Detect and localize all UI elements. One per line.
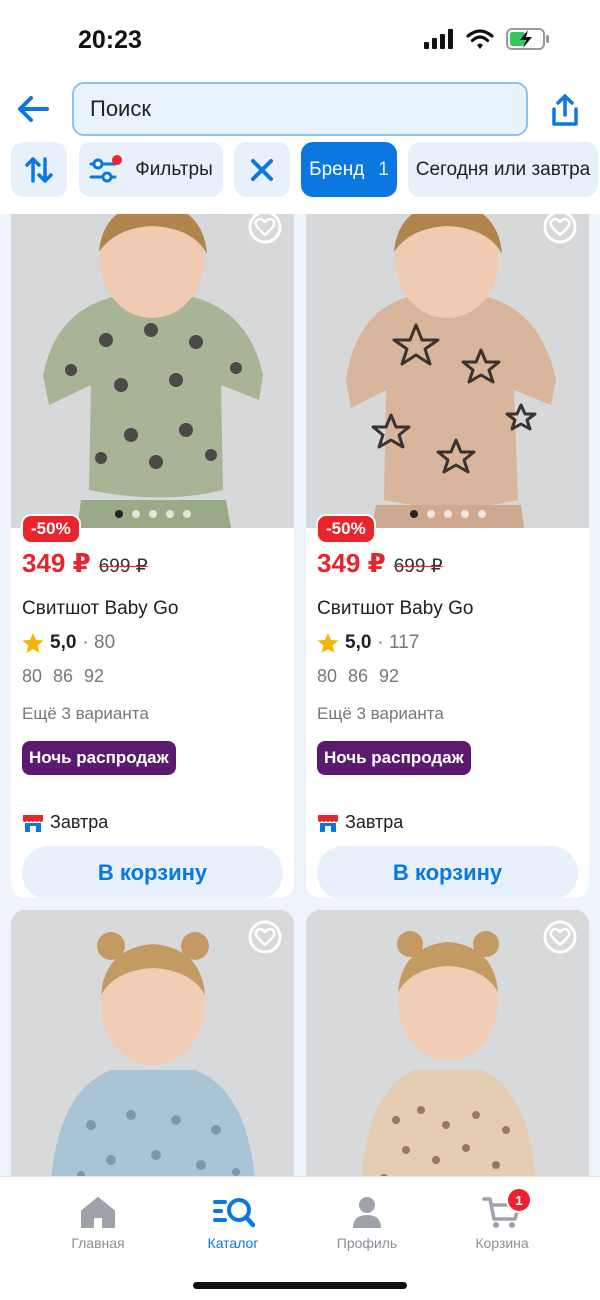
- profile-icon: [353, 1197, 381, 1228]
- rating-row: 5,0 · 117: [317, 632, 419, 654]
- nav-profile[interactable]: Профиль: [307, 1195, 427, 1251]
- favorite-heart-icon[interactable]: [543, 920, 577, 954]
- nav-catalog[interactable]: Каталог: [173, 1195, 293, 1251]
- signal-icon: [424, 29, 453, 49]
- filter-sliders-icon: [89, 154, 123, 182]
- price-row: 349 ₽ 699 ₽: [317, 548, 443, 579]
- filters-label: Фильтры: [135, 158, 213, 180]
- review-count: · 80: [82, 632, 116, 653]
- product-title[interactable]: Свитшот Baby Go: [22, 598, 178, 620]
- status-icons: [424, 28, 550, 50]
- pagination-dot: [131, 510, 140, 518]
- discount-badge: -50%: [21, 514, 81, 544]
- delivery-date-filter-chip[interactable]: Сегодня или завтра: [408, 142, 598, 197]
- catalog-search-icon: [213, 1198, 255, 1228]
- brand-filter-chip[interactable]: Бренд 1: [301, 142, 397, 197]
- star-icon: [317, 633, 339, 653]
- filters-button[interactable]: Фильтры: [79, 142, 223, 197]
- pagination-dot: [114, 510, 123, 518]
- variants-link[interactable]: Ещё 3 варианта: [317, 704, 444, 724]
- favorite-heart-icon[interactable]: [248, 920, 282, 954]
- cart-count-badge: 1: [506, 1187, 532, 1213]
- arrow-left-icon: [18, 96, 49, 122]
- search-input[interactable]: [72, 82, 528, 136]
- pagination-dot: [460, 510, 469, 518]
- home-icon: [81, 1197, 115, 1228]
- available-sizes: 80 86 92: [317, 666, 400, 686]
- product-title[interactable]: Свитшот Baby Go: [317, 598, 473, 620]
- rating-value: 5,0: [345, 632, 372, 653]
- old-price: 699 ₽: [98, 556, 148, 577]
- discount-badge: -50%: [316, 514, 376, 544]
- nav-catalog-label: Каталог: [207, 1235, 259, 1251]
- product-grid: -50% 349 ₽ 699 ₽ Свитшот Baby Go 5,0 · 8…: [0, 214, 600, 1176]
- delivery-date-filter-label: Сегодня или завтра: [415, 158, 591, 180]
- rating-row: 5,0 · 80: [22, 632, 115, 654]
- brand-filter-label: Бренд: [309, 158, 365, 180]
- pagination-dot: [165, 510, 174, 518]
- close-icon: [251, 158, 273, 181]
- review-count: · 117: [377, 632, 420, 653]
- sort-icon: [25, 156, 53, 183]
- product-photo: [306, 214, 589, 528]
- nav-profile-label: Профиль: [336, 1235, 398, 1251]
- wifi-icon: [466, 29, 494, 49]
- status-bar: 20:23: [0, 0, 600, 78]
- pagination-dot: [443, 510, 452, 518]
- delivery-label: Завтра: [345, 812, 404, 832]
- product-image[interactable]: [11, 214, 294, 528]
- status-time: 20:23: [78, 26, 142, 54]
- product-image[interactable]: [306, 214, 589, 528]
- rating-value: 5,0: [50, 632, 77, 653]
- favorite-heart-icon[interactable]: [543, 214, 577, 244]
- delivery-label: Завтра: [50, 812, 109, 832]
- filter-chips: Фильтры Бренд 1 Сегодня или завтра: [0, 140, 600, 214]
- add-to-cart-button[interactable]: В корзину: [317, 846, 578, 898]
- nav-cart-label: Корзина: [475, 1235, 529, 1251]
- clear-filters-button[interactable]: [234, 142, 290, 197]
- brand-filter-count: 1: [378, 158, 389, 180]
- star-icon: [22, 633, 44, 653]
- store-icon: [23, 814, 43, 832]
- pagination-dot: [477, 510, 486, 518]
- store-icon: [318, 814, 338, 832]
- nav-home[interactable]: Главная: [38, 1195, 158, 1251]
- delivery-info: Завтра: [317, 812, 403, 833]
- nav-home-label: Главная: [71, 1235, 125, 1251]
- pagination-dot: [148, 510, 157, 518]
- add-to-cart-button[interactable]: В корзину: [22, 846, 283, 898]
- sort-button[interactable]: [11, 142, 67, 197]
- nav-cart[interactable]: 1 Корзина: [442, 1187, 562, 1251]
- pagination-dot: [182, 510, 191, 518]
- share-icon: [552, 94, 578, 126]
- price-row: 349 ₽ 699 ₽: [22, 548, 148, 579]
- favorite-heart-icon[interactable]: [248, 214, 282, 244]
- product-photo: [11, 214, 294, 528]
- pagination-dot: [409, 510, 418, 518]
- old-price: 699 ₽: [393, 556, 443, 577]
- share-button[interactable]: [548, 90, 582, 130]
- home-indicator: [193, 1282, 407, 1289]
- product-card[interactable]: [11, 910, 294, 1176]
- delivery-info: Завтра: [22, 812, 108, 833]
- battery-charging-icon: [506, 28, 549, 50]
- product-card[interactable]: -50% 349 ₽ 699 ₽ Свитшот Baby Go 5,0 · 1…: [306, 214, 589, 898]
- product-card[interactable]: [306, 910, 589, 1176]
- available-sizes: 80 86 92: [22, 666, 105, 686]
- search-bar: [0, 78, 600, 140]
- current-price: 349 ₽: [317, 548, 386, 578]
- product-card[interactable]: -50% 349 ₽ 699 ₽ Свитшот Baby Go 5,0 · 8…: [11, 214, 294, 898]
- current-price: 349 ₽: [22, 548, 91, 578]
- promo-badge: Ночь распродаж: [317, 741, 471, 775]
- back-button[interactable]: [14, 92, 52, 126]
- pagination-dot: [426, 510, 435, 518]
- promo-badge: Ночь распродаж: [22, 741, 176, 775]
- product-image[interactable]: [11, 910, 294, 1176]
- product-image[interactable]: [306, 910, 589, 1176]
- variants-link[interactable]: Ещё 3 варианта: [22, 704, 149, 724]
